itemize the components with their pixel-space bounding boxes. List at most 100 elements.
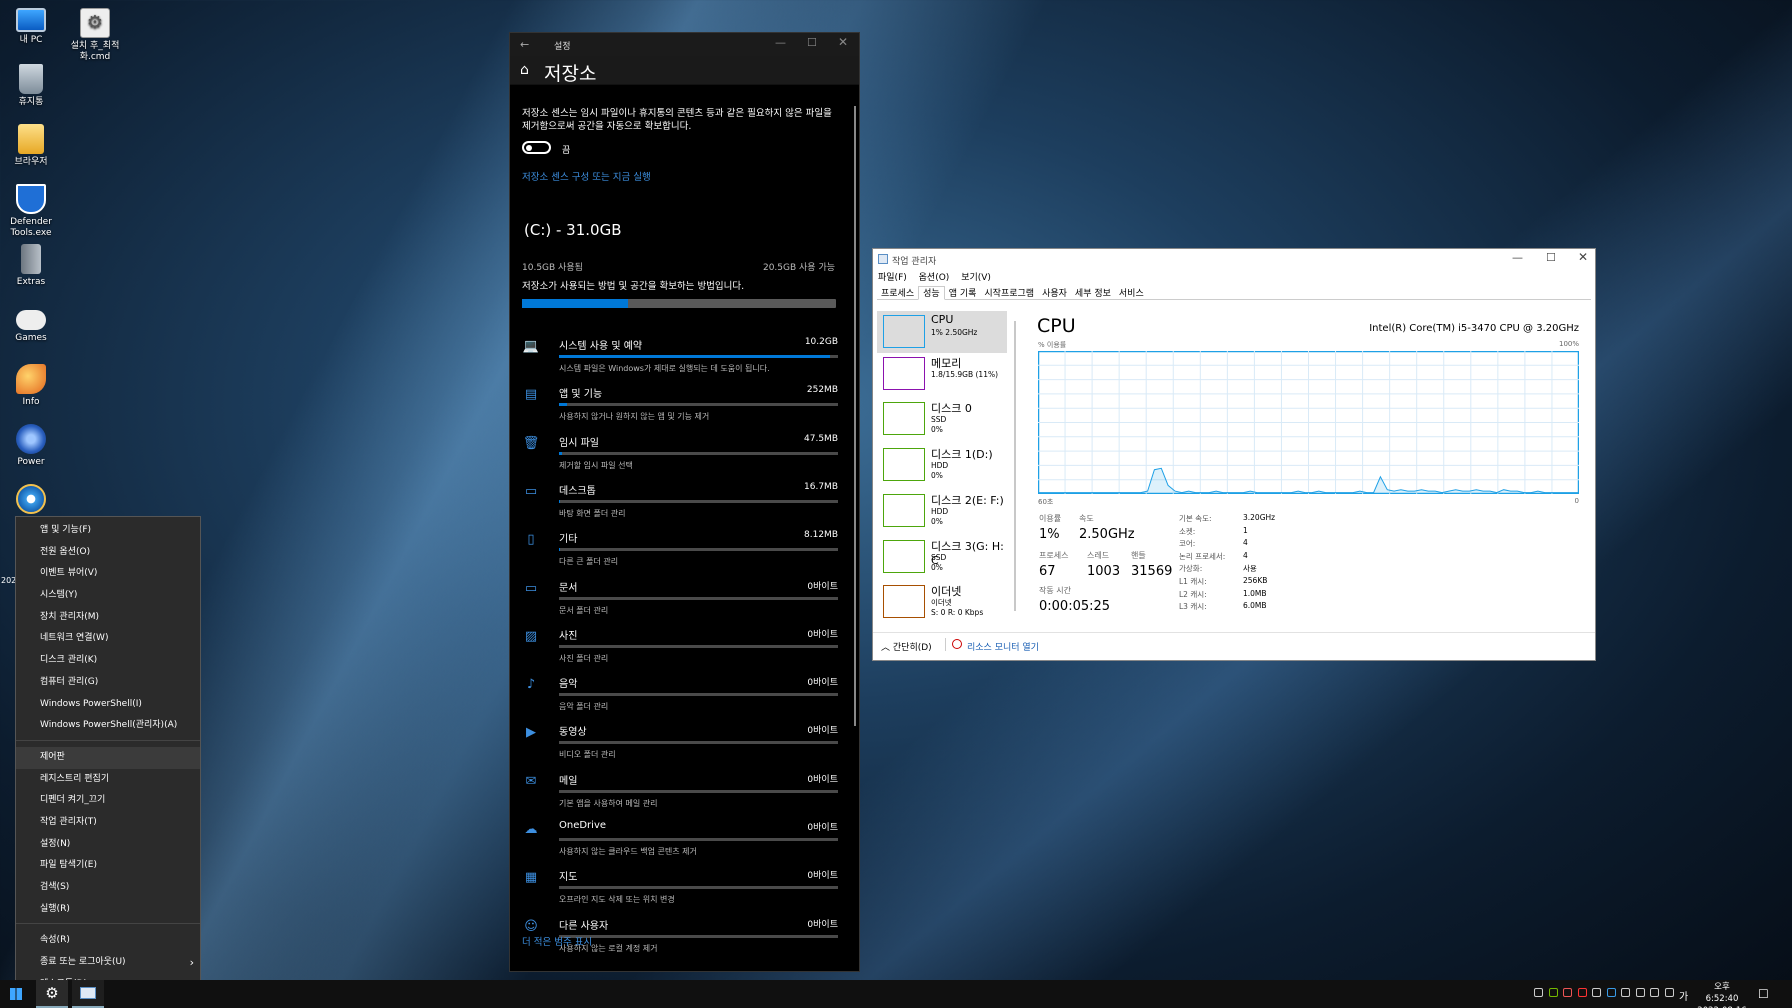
tab-app-history[interactable]: 앱 기록 (945, 287, 981, 301)
desktop-icon-defender[interactable]: Defender Tools.exe (3, 184, 59, 239)
winx-menu-item[interactable]: 실행(R) (16, 899, 200, 921)
desktop-icon-recycle-bin[interactable]: 휴지통 (3, 64, 59, 108)
network-up-icon[interactable] (1563, 988, 1572, 997)
taskmgr-taskbar-button[interactable] (72, 980, 104, 1008)
winx-menu-item[interactable]: 속성(R) (16, 930, 200, 952)
speaker-icon[interactable] (1635, 988, 1645, 997)
keyboard-icon[interactable] (1664, 988, 1674, 997)
resource-1[interactable]: 메모리 1.8/15.9GB (11%) (877, 353, 1007, 395)
winx-menu-item[interactable]: 컴퓨터 관리(G) (16, 672, 200, 694)
minimize-icon[interactable]: — (775, 36, 786, 49)
tab-services[interactable]: 서비스 (1115, 287, 1148, 301)
winx-menu-item[interactable]: 검색(S) (16, 877, 200, 899)
winx-menu-item[interactable]: 네트워크 연결(W) (16, 628, 200, 650)
minimize-icon[interactable]: — (1512, 251, 1523, 264)
maximize-icon[interactable]: ☐ (1546, 251, 1556, 264)
category-size: 0바이트 (807, 581, 838, 592)
close-icon[interactable]: ✕ (838, 35, 848, 49)
resource-6[interactable]: 이더넷 이더넷 S: 0 R: 0 Kbps (877, 581, 1007, 623)
tab-details[interactable]: 세부 정보 (1071, 287, 1115, 301)
resource-2[interactable]: 디스크 0 SSD 0% (877, 398, 1007, 440)
back-arrow-icon[interactable]: ← (520, 38, 529, 51)
notification-icon[interactable]: ☐ (1758, 987, 1769, 1001)
nvidia-icon[interactable] (1548, 988, 1558, 997)
winx-menu-item[interactable]: 장치 관리자(M) (16, 607, 200, 629)
storage-category-10[interactable]: ☁ OneDrive 0바이트 사용하지 않는 클라우드 백업 콘텐츠 제거 (522, 818, 838, 866)
winx-menu-item[interactable]: 디스크 관리(K) (16, 650, 200, 672)
settings-taskbar-button[interactable]: ⚙ (36, 980, 68, 1008)
storage-sense-toggle[interactable] (522, 141, 551, 154)
winx-menu-item[interactable]: Windows PowerShell(관리자)(A) (16, 715, 200, 737)
tablet-icon[interactable] (1534, 988, 1543, 997)
storage-category-4[interactable]: ▯ 기타 8.12MB 다른 큰 폴더 관리 (522, 528, 838, 576)
storage-category-1[interactable]: ▤ 앱 및 기능 252MB 사용하지 않거나 원하지 않는 앱 및 기능 제거 (522, 383, 838, 431)
scrollbar[interactable] (854, 106, 856, 726)
maximize-icon[interactable]: ☐ (807, 36, 817, 49)
resource-5[interactable]: 디스크 3(G: H: C SSD 0% (877, 536, 1007, 578)
desktop-icon-ie[interactable] (3, 484, 59, 517)
winx-menu-item[interactable]: Windows PowerShell(I) (16, 694, 200, 716)
menu-file[interactable]: 파일(F) (878, 273, 907, 283)
tab-performance[interactable]: 성능 (918, 286, 945, 300)
spec-value: 3.20GHz (1243, 513, 1276, 522)
winx-menu-item[interactable]: 종료 또는 로그아웃(U) › (16, 952, 200, 974)
resource-4[interactable]: 디스크 2(E: F:) HDD 0% (877, 490, 1007, 532)
resource-list-scrollbar[interactable] (1014, 321, 1016, 611)
resource-3[interactable]: 디스크 1(D:) HDD 0% (877, 444, 1007, 486)
winx-menu-item[interactable]: 제어판 (16, 746, 200, 769)
storage-category-7[interactable]: ♪ 음악 0바이트 음악 폴더 관리 (522, 673, 838, 721)
menu-view[interactable]: 보기(V) (961, 273, 991, 283)
configure-storage-sense-link[interactable]: 저장소 센스 구성 또는 지금 실행 (522, 169, 651, 183)
dropbox-icon[interactable] (1606, 988, 1616, 997)
handle-value: 31569 (1131, 564, 1173, 579)
category-name: 다른 사용자 (559, 920, 609, 932)
shield-tray-icon[interactable] (1592, 988, 1601, 997)
start-button[interactable] (0, 980, 32, 1008)
volume-warning-icon[interactable] (1577, 988, 1587, 997)
fewer-details-button[interactable]: ︿ 간단히(D) (881, 640, 932, 653)
storage-category-6[interactable]: ▨ 사진 0바이트 사진 폴더 관리 (522, 625, 838, 673)
process-value: 67 (1039, 564, 1056, 579)
desktop-icon-power[interactable]: Power (3, 424, 59, 468)
desktop-icon-browser[interactable]: 브라우저 (3, 124, 59, 168)
desktop-icon-extras[interactable]: Extras (3, 244, 59, 288)
category-description: 기본 앱을 사용하여 메일 관리 (559, 798, 658, 808)
clock-icon[interactable] (1650, 988, 1659, 997)
gear-file-icon: ⚙ (80, 8, 110, 38)
winx-menu-item[interactable]: 이벤트 뷰어(V) (16, 563, 200, 585)
resource-0[interactable]: CPU 1% 2.50GHz (877, 311, 1007, 353)
desktop-icon-games[interactable]: Games (3, 304, 59, 344)
winx-menu-item[interactable]: 시스템(Y) (16, 585, 200, 607)
tab-startup[interactable]: 시작프로그램 (980, 287, 1038, 301)
home-icon[interactable]: ⌂ (520, 62, 529, 78)
tab-processes[interactable]: 프로세스 (877, 287, 918, 301)
winx-menu-item[interactable]: 디펜더 켜기_끄기 (16, 790, 200, 812)
desktop-icon-my-pc[interactable]: 내 PC (3, 8, 59, 46)
winx-menu-item[interactable]: 전원 옵션(O) (16, 542, 200, 564)
winx-menu-item[interactable]: 파일 탐색기(E) (16, 855, 200, 877)
storage-category-9[interactable]: ✉ 메일 0바이트 기본 앱을 사용하여 메일 관리 (522, 770, 838, 818)
storage-category-0[interactable]: 💻 시스템 사용 및 예약 10.2GB 시스템 파일은 Windows가 제대로 실… (522, 335, 838, 383)
spec-row: L3 캐시: 6.0MB (1179, 601, 1319, 612)
ime-indicator[interactable]: 가 (1679, 988, 1688, 1003)
clock[interactable]: 오후 6:52:40 2022-08-16 (1697, 981, 1747, 1008)
winx-menu-item[interactable]: 레지스트리 편집기 (16, 769, 200, 791)
desktop-icon-cmd[interactable]: ⚙ 설치 후_최적화.cmd (67, 8, 123, 63)
storage-category-2[interactable]: 🗑 임시 파일 47.5MB 제거할 임시 파일 선택 (522, 432, 838, 480)
storage-category-11[interactable]: ▦ 지도 0바이트 오프라인 지도 삭제 또는 위치 변경 (522, 866, 838, 914)
resource-monitor-link[interactable]: 리소스 모니터 열기 (967, 640, 1039, 653)
network-icon[interactable] (1621, 988, 1630, 997)
show-fewer-categories-link[interactable]: 더 적은 범주 표시 (522, 934, 592, 948)
winx-menu-item[interactable]: 앱 및 기능(F) (16, 520, 200, 542)
storage-category-3[interactable]: ▭ 데스크톱 16.7MB 바탕 화면 폴더 관리 (522, 480, 838, 528)
laptop-icon: 💻 (522, 339, 540, 354)
close-icon[interactable]: ✕ (1578, 250, 1588, 264)
category-usage-bar (559, 403, 838, 407)
storage-category-8[interactable]: ▶ 동영상 0바이트 비디오 폴더 관리 (522, 721, 838, 769)
desktop-icon-info[interactable]: Info (3, 364, 59, 408)
menu-options[interactable]: 옵션(O) (919, 273, 950, 283)
tab-users[interactable]: 사용자 (1038, 287, 1071, 301)
winx-menu-item[interactable]: 설정(N) (16, 834, 200, 856)
winx-menu-item[interactable]: 작업 관리자(T) (16, 812, 200, 834)
storage-category-5[interactable]: ▭ 문서 0바이트 문서 폴더 관리 (522, 577, 838, 625)
